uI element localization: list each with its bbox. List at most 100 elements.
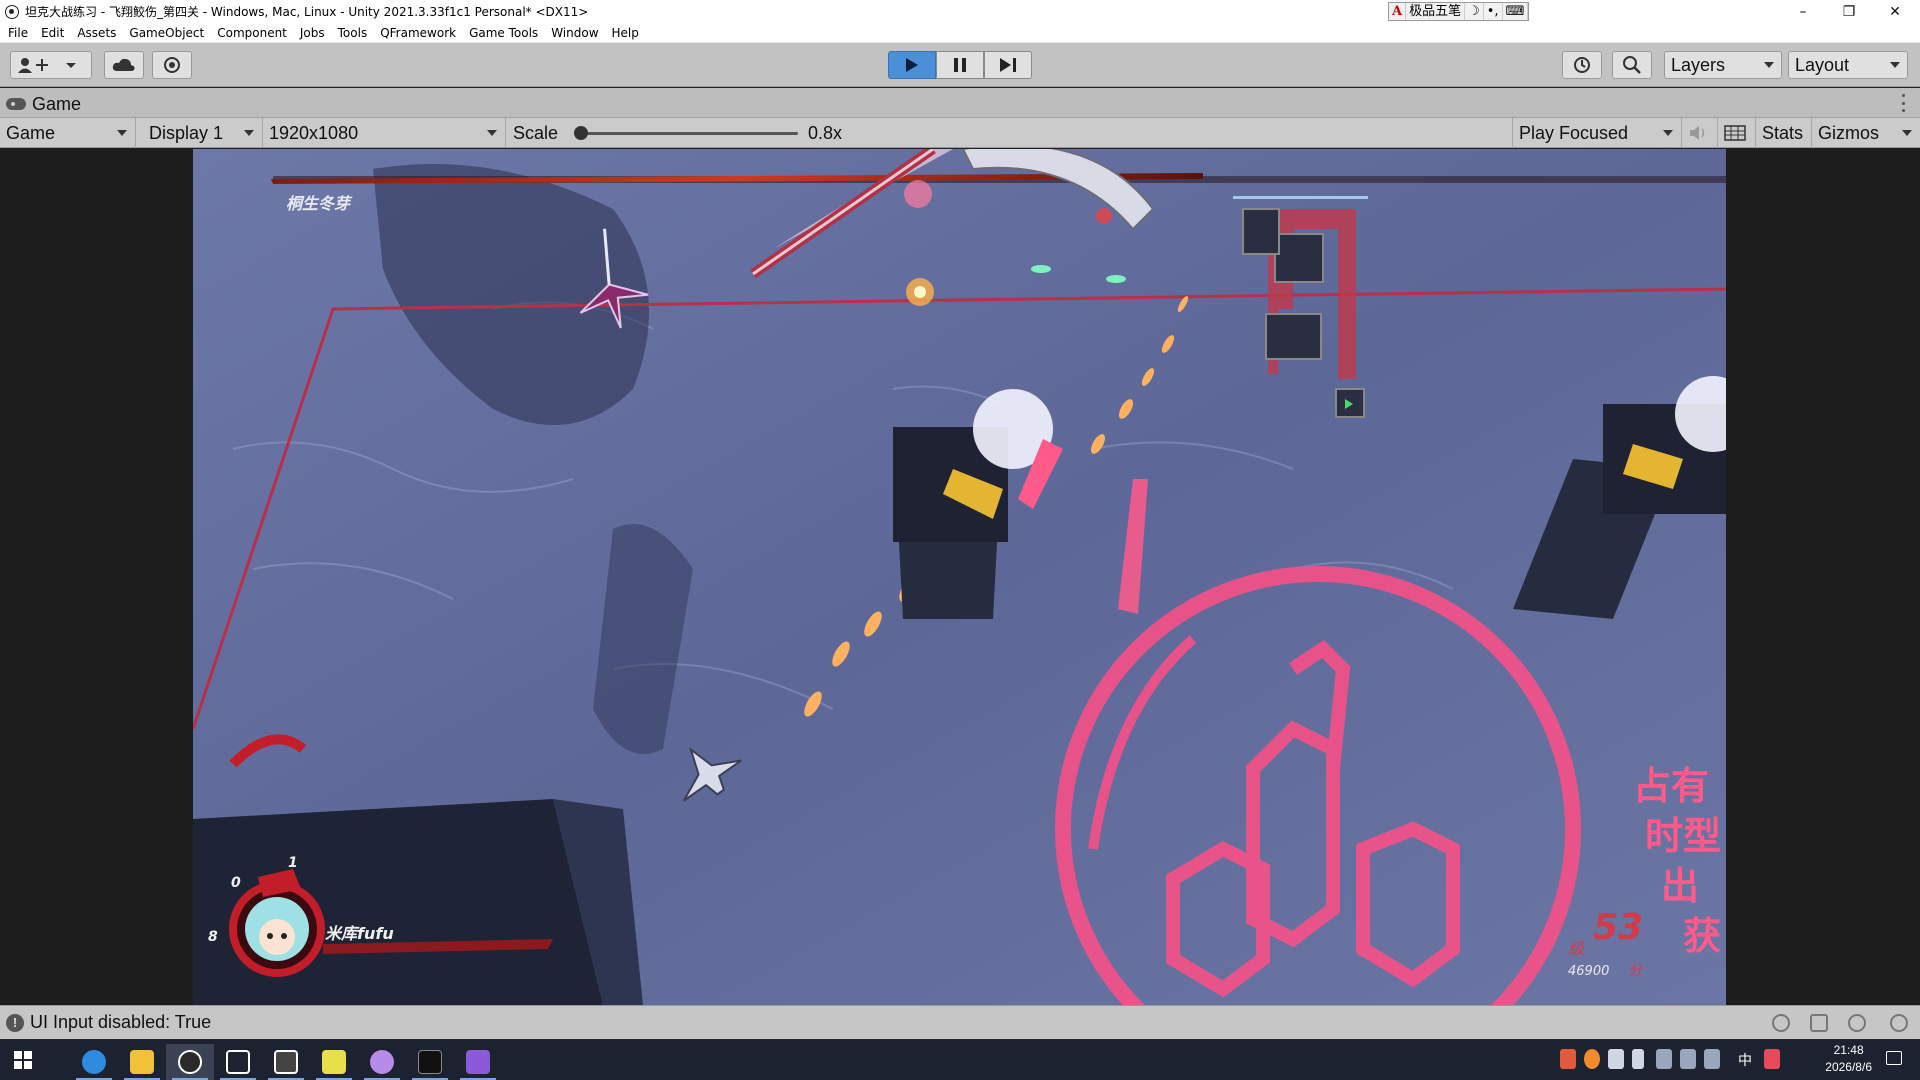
- boss-name: 桐生冬芽: [286, 194, 353, 213]
- view-mode-dropdown[interactable]: Game: [0, 118, 136, 148]
- tray-display-icon[interactable]: [1680, 1049, 1696, 1069]
- menu-jobs[interactable]: Jobs: [300, 26, 325, 40]
- ime-punct-icon[interactable]: •,: [1484, 3, 1503, 20]
- banner-line-2: 时型: [1645, 814, 1721, 858]
- cloud-icon: [112, 58, 135, 71]
- chevron-down-icon: [1902, 130, 1912, 136]
- player-name: 米库fufu: [325, 924, 394, 943]
- undo-history-button[interactable]: [1562, 51, 1602, 79]
- play-focused-dropdown[interactable]: Play Focused: [1512, 118, 1682, 148]
- step-button[interactable]: [984, 51, 1032, 79]
- game-view-controls: Game Display 1 1920x1080 Scale 0.8x Play…: [0, 118, 1920, 148]
- banner-line-1: 占有: [1633, 764, 1709, 808]
- check-icon[interactable]: [1890, 1014, 1908, 1032]
- taskbar-notepad-icon[interactable]: [310, 1044, 358, 1080]
- keyboard-shortcut-button[interactable]: [1718, 118, 1756, 148]
- scale-slider-handle[interactable]: [574, 126, 588, 140]
- play-icon: [906, 58, 918, 72]
- game-tab-bar: Game: [0, 88, 1920, 118]
- account-button[interactable]: [10, 51, 92, 79]
- chevron-down-icon: [1890, 62, 1900, 68]
- scale-slider[interactable]: [580, 132, 798, 135]
- taskbar-explorer-icon[interactable]: [118, 1044, 166, 1080]
- tray-app-icon[interactable]: [1764, 1049, 1780, 1069]
- taskbar-clock[interactable]: 21:48 2026/8/6: [1825, 1042, 1872, 1076]
- warning-icon[interactable]: !: [6, 1014, 24, 1032]
- taskbar-chat-icon[interactable]: [358, 1044, 406, 1080]
- stats-button[interactable]: Stats: [1756, 118, 1812, 148]
- taskbar-unity-icon[interactable]: [214, 1044, 262, 1080]
- menu-qframework[interactable]: QFramework: [380, 26, 456, 40]
- menu-file[interactable]: File: [8, 26, 28, 40]
- score-big: 53: [1593, 907, 1643, 948]
- layout-label: Layout: [1795, 55, 1850, 75]
- menu-gameobject[interactable]: GameObject: [129, 26, 204, 40]
- search-button[interactable]: [1612, 51, 1652, 79]
- scale-label: Scale: [513, 123, 559, 143]
- tray-pen-icon[interactable]: [1704, 1049, 1720, 1069]
- notification-icon[interactable]: [1886, 1051, 1902, 1065]
- main-toolbar: Layers Layout: [0, 43, 1920, 87]
- tray-app-icon[interactable]: [1584, 1049, 1600, 1069]
- more-options-icon[interactable]: [1902, 94, 1906, 112]
- console-status-message[interactable]: UI Input disabled: True: [30, 1012, 211, 1033]
- ime-name[interactable]: 极品五笔: [1406, 3, 1466, 20]
- account-icon: [18, 58, 76, 73]
- layout-dropdown[interactable]: Layout: [1788, 51, 1908, 79]
- menu-assets[interactable]: Assets: [77, 26, 116, 40]
- chevron-down-icon: [487, 130, 497, 136]
- ime-keyboard-icon[interactable]: ⌨: [1503, 3, 1529, 20]
- play-focused-label: Play Focused: [1519, 123, 1629, 143]
- debug-icon[interactable]: [1772, 1014, 1790, 1032]
- pause-button[interactable]: [936, 51, 984, 79]
- resolution-dropdown[interactable]: 1920x1080: [263, 118, 506, 148]
- status-bar: ! UI Input disabled: True: [0, 1005, 1920, 1039]
- chevron-down-icon: [117, 130, 127, 136]
- collab-button[interactable]: [152, 51, 192, 79]
- windows-start-icon[interactable]: [14, 1051, 32, 1069]
- taskbar-visual-studio-icon[interactable]: [454, 1044, 502, 1080]
- chevron-down-icon: [244, 130, 254, 136]
- menu-component[interactable]: Component: [217, 26, 287, 40]
- auto-refresh-icon[interactable]: [1848, 1014, 1866, 1032]
- tray-network-icon[interactable]: [1608, 1049, 1624, 1069]
- taskbar-unity-hub-icon[interactable]: [166, 1044, 214, 1080]
- ime-toolbar[interactable]: A 极品五笔 ☽ •, ⌨: [1388, 2, 1530, 21]
- ime-mode-icon[interactable]: A: [1389, 3, 1407, 20]
- gizmos-dropdown[interactable]: Gizmos: [1812, 118, 1920, 148]
- menu-game-tools[interactable]: Game Tools: [469, 26, 538, 40]
- menu-bar: File Edit Assets GameObject Component Jo…: [0, 23, 1920, 43]
- tab-game[interactable]: Game: [6, 91, 81, 117]
- menu-edit[interactable]: Edit: [41, 26, 64, 40]
- display-label: Display 1: [149, 123, 224, 143]
- mute-audio-button[interactable]: [1682, 118, 1718, 148]
- ime-moon-icon[interactable]: ☽: [1465, 3, 1484, 20]
- maximize-button[interactable]: ❐: [1826, 0, 1872, 23]
- menu-tools[interactable]: Tools: [338, 26, 368, 40]
- display-dropdown[interactable]: Display 1: [143, 118, 263, 148]
- menu-help[interactable]: Help: [612, 26, 639, 40]
- play-button[interactable]: [888, 51, 936, 79]
- taskbar-unity-editor-icon[interactable]: [262, 1044, 310, 1080]
- layers-dropdown[interactable]: Layers: [1664, 51, 1782, 79]
- stats-label: Stats: [1762, 123, 1804, 143]
- chevron-down-icon: [1764, 62, 1774, 68]
- menu-window[interactable]: Window: [551, 26, 598, 40]
- close-button[interactable]: ✕: [1872, 0, 1918, 23]
- game-viewport[interactable]: 桐生冬芽 占有 时型 出 获 53 级 46900 分 0 1 8 米库fufu: [193, 149, 1726, 1005]
- taskbar-edge-icon[interactable]: [70, 1044, 118, 1080]
- score-small: 46900: [1568, 964, 1609, 979]
- minimize-button[interactable]: –: [1780, 0, 1826, 23]
- tray-app-icon[interactable]: [1560, 1049, 1576, 1069]
- cloud-button[interactable]: [104, 51, 144, 79]
- cache-server-icon[interactable]: [1810, 1014, 1828, 1032]
- resolution-label: 1920x1080: [269, 123, 359, 143]
- tray-app-icon[interactable]: [1656, 1049, 1672, 1069]
- gear-icon: [164, 57, 180, 73]
- tab-game-label: Game: [32, 93, 82, 114]
- title-bar: 坦克大战练习 - 飞翔鲛伤_第四关 - Windows, Mac, Linux …: [0, 0, 1920, 23]
- enemy-bullet: [1106, 275, 1126, 283]
- tray-volume-icon[interactable]: [1632, 1049, 1644, 1069]
- taskbar-terminal-icon[interactable]: [406, 1044, 454, 1080]
- tray-ime-indicator[interactable]: 中: [1738, 1050, 1752, 1070]
